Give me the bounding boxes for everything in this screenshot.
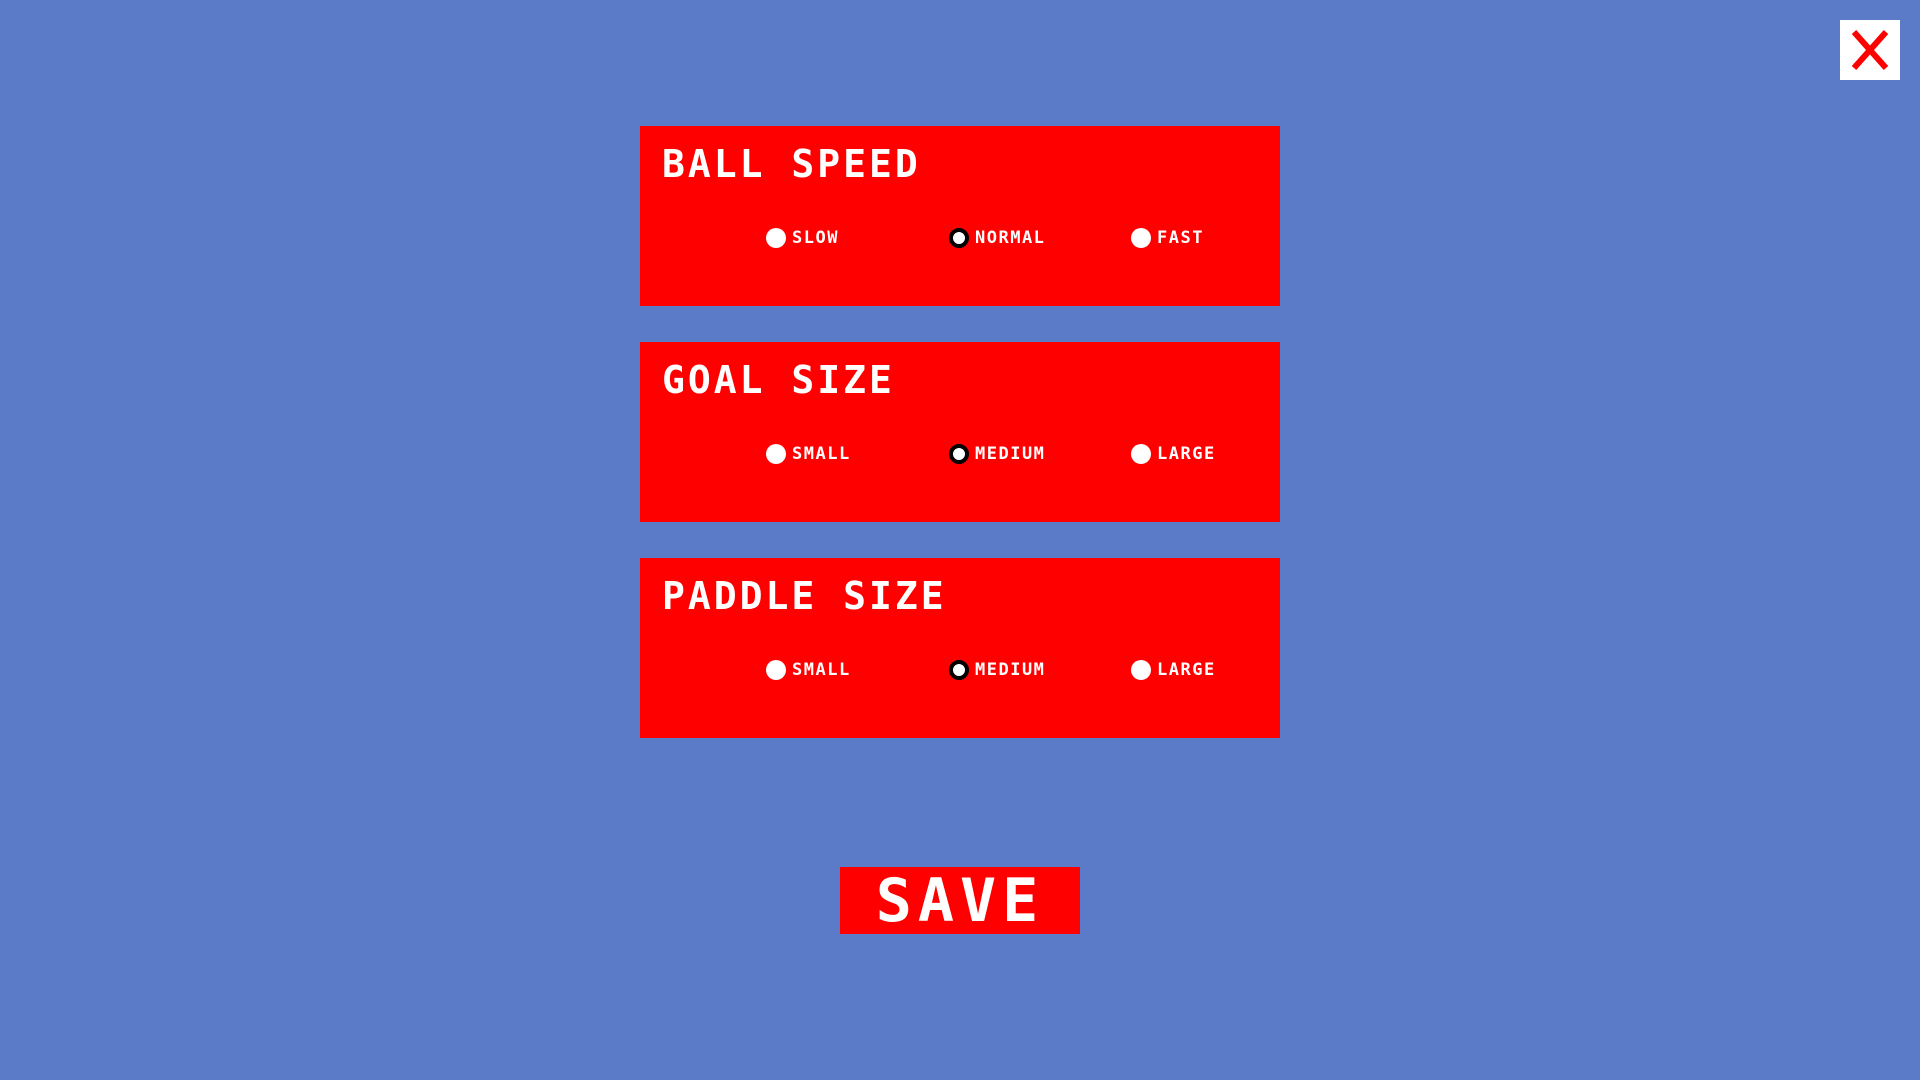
goal-size-title: GOAL SIZE — [662, 358, 895, 402]
radio-button[interactable] — [1131, 444, 1151, 464]
ball-speed-title: BALL SPEED — [662, 142, 921, 186]
paddle-size-option-medium[interactable]: MEDIUM — [949, 658, 1045, 682]
goal-size-option-large[interactable]: LARGE — [1131, 442, 1216, 466]
option-label: LARGE — [1157, 444, 1216, 464]
radio-button[interactable] — [766, 444, 786, 464]
ball-speed-option-slow[interactable]: SLOW — [766, 226, 839, 250]
option-label: FAST — [1157, 228, 1204, 248]
option-label: LARGE — [1157, 660, 1216, 680]
radio-button[interactable] — [1131, 228, 1151, 248]
paddle-size-title: PADDLE SIZE — [662, 574, 947, 618]
ball-speed-option-fast[interactable]: FAST — [1131, 226, 1204, 250]
option-label: SLOW — [792, 228, 839, 248]
radio-button[interactable] — [949, 228, 969, 248]
option-label: MEDIUM — [975, 444, 1046, 464]
option-label: SMALL — [792, 660, 851, 680]
option-label: MEDIUM — [975, 660, 1046, 680]
goal-size-panel: GOAL SIZE SMALL MEDIUM LARGE — [640, 342, 1280, 522]
goal-size-option-medium[interactable]: MEDIUM — [949, 442, 1045, 466]
radio-button[interactable] — [949, 660, 969, 680]
close-x-icon — [1851, 30, 1889, 70]
option-label: SMALL — [792, 444, 851, 464]
save-button[interactable]: SAVE — [840, 867, 1080, 934]
goal-size-option-small[interactable]: SMALL — [766, 442, 851, 466]
radio-button[interactable] — [1131, 660, 1151, 680]
ball-speed-option-normal[interactable]: NORMAL — [949, 226, 1045, 250]
radio-button[interactable] — [766, 660, 786, 680]
ball-speed-panel: BALL SPEED SLOW NORMAL FAST — [640, 126, 1280, 306]
paddle-size-panel: PADDLE SIZE SMALL MEDIUM LARGE — [640, 558, 1280, 738]
paddle-size-option-small[interactable]: SMALL — [766, 658, 851, 682]
radio-button[interactable] — [766, 228, 786, 248]
settings-screen: BALL SPEED SLOW NORMAL FAST GOAL SIZE SM… — [0, 0, 1920, 1080]
option-label: NORMAL — [975, 228, 1046, 248]
paddle-size-option-large[interactable]: LARGE — [1131, 658, 1216, 682]
save-button-label: SAVE — [875, 865, 1045, 936]
close-button[interactable] — [1840, 20, 1900, 80]
radio-button[interactable] — [949, 444, 969, 464]
